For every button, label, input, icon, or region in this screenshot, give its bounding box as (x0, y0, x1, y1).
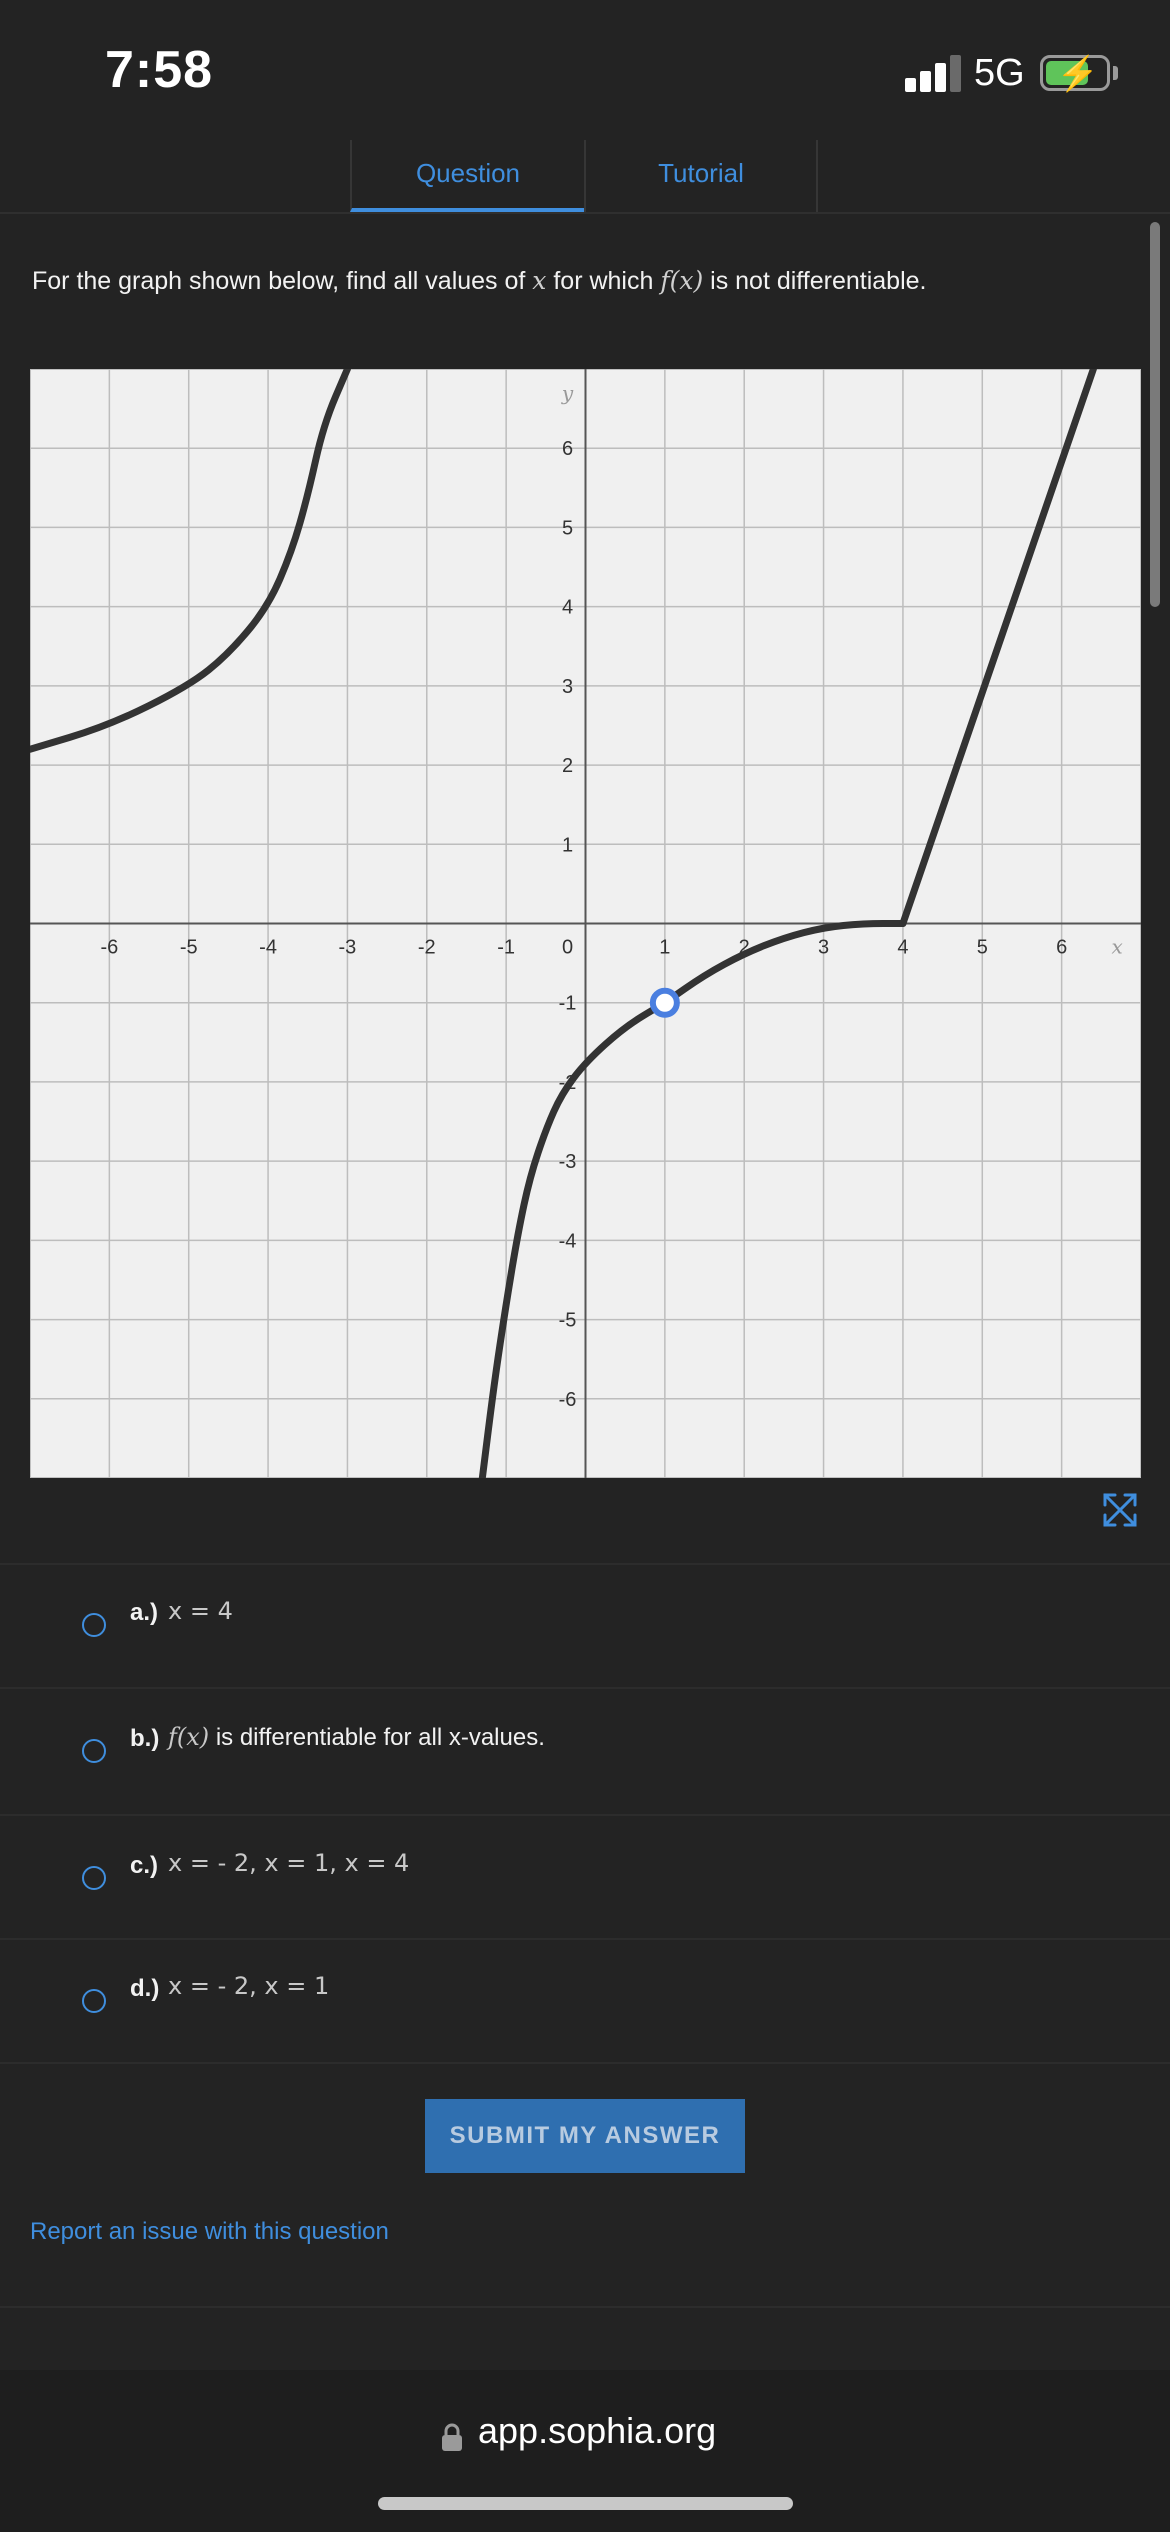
battery-cap (1113, 66, 1118, 80)
y-tick-label: -6 (559, 1389, 577, 1411)
x-tick-label: 1 (659, 937, 670, 959)
lock-icon (442, 2423, 462, 2451)
option-text: x = - 2, x = 1, x = 4 (168, 1849, 409, 1878)
option-text: f(x) is differentiable for all x-values. (168, 1723, 545, 1752)
x-tick-label: -4 (259, 937, 277, 959)
y-tick-label: 5 (562, 517, 573, 539)
option-letter: b.) (130, 1725, 160, 1752)
x-tick-label: -1 (497, 937, 515, 959)
question-prompt: For the graph shown below, find all valu… (32, 266, 927, 296)
function-graph: -6 -5 -4 -3 -2 -1 0 1 2 3 4 5 6 6 5 4 3 2 1 -1 -2 -3 -4 -5 -6 x y (30, 369, 1141, 1478)
option-d[interactable]: d.) x = - 2, x = 1 (0, 1938, 1170, 2062)
option-letter: d.) (130, 1975, 160, 2002)
prompt-text-end: is not differentiable. (703, 267, 927, 295)
open-point-marker (649, 987, 680, 1018)
radio-option-d[interactable] (82, 1989, 106, 2013)
x-tick-label: -3 (339, 937, 357, 959)
y-tick-label: -3 (559, 1151, 577, 1173)
browser-url-bar[interactable]: app.sophia.org (0, 2370, 1170, 2532)
option-letter: a.) (130, 1599, 159, 1626)
option-description: is differentiable for all x-values. (209, 1724, 545, 1751)
radio-option-c[interactable] (82, 1866, 106, 1890)
cellular-signal-icon (905, 54, 961, 92)
radio-option-b[interactable] (82, 1739, 106, 1763)
x-tick-label: 5 (977, 937, 988, 959)
network-type: 5G (974, 52, 1025, 94)
tab-question[interactable]: Question (350, 140, 584, 212)
option-letter: c.) (130, 1852, 159, 1879)
prompt-text-start: For the graph shown below, find all valu… (32, 267, 533, 295)
status-time: 7:58 (105, 41, 214, 99)
status-bar: 7:58 5G ⚡ (0, 0, 1170, 140)
x-tick-label: 3 (818, 937, 829, 959)
y-tick-label: -1 (559, 993, 577, 1015)
expand-icon[interactable] (1100, 1490, 1140, 1530)
home-indicator[interactable] (378, 2497, 793, 2510)
options-divider (0, 2062, 1170, 2064)
option-a[interactable]: a.) x = 4 (0, 1563, 1170, 1687)
report-issue-link[interactable]: Report an issue with this question (30, 2218, 389, 2246)
option-math: x = - 2, x = 1 (168, 1972, 330, 2000)
x-tick-label: -2 (418, 937, 436, 959)
x-tick-label: -6 (100, 937, 118, 959)
y-tick-label: -4 (559, 1230, 577, 1252)
prompt-function: f(x) (660, 266, 704, 295)
x-tick-label: 6 (1056, 937, 1067, 959)
tab-bar: Question Tutorial (0, 140, 1170, 214)
option-math: x = 4 (168, 1597, 233, 1625)
prompt-variable: x (532, 266, 547, 295)
battery-charging-icon: ⚡ (1040, 55, 1110, 93)
y-tick-label: 2 (562, 755, 573, 777)
footer-divider (0, 2306, 1170, 2308)
url-text: app.sophia.org (478, 2410, 717, 2451)
y-tick-label: -5 (559, 1310, 577, 1332)
y-tick-label: 4 (562, 597, 573, 619)
y-tick-label: 3 (562, 676, 573, 698)
x-tick-label: 4 (897, 937, 908, 959)
x-tick-label: 0 (562, 937, 573, 959)
submit-answer-button[interactable]: SUBMIT MY ANSWER (425, 2099, 745, 2173)
x-tick-label: -5 (180, 937, 198, 959)
x-axis-label: x (1112, 935, 1123, 959)
option-c[interactable]: c.) x = - 2, x = 1, x = 4 (0, 1814, 1170, 1938)
y-axis-label: y (561, 381, 574, 405)
option-b[interactable]: b.) f(x) is differentiable for all x-val… (0, 1687, 1170, 1814)
y-tick-label: 6 (562, 438, 573, 460)
graph-canvas: -6 -5 -4 -3 -2 -1 0 1 2 3 4 5 6654321-1-2-3-4-5-6xy (30, 369, 1141, 1478)
option-text: x = - 2, x = 1 (168, 1972, 329, 2001)
option-math: x = - 2, x = 1, x = 4 (168, 1849, 410, 1877)
prompt-text-middle: for which (546, 267, 661, 295)
scrollbar[interactable] (1150, 222, 1160, 607)
y-tick-label: 1 (562, 834, 573, 856)
option-text: x = 4 (168, 1597, 233, 1626)
tab-tutorial[interactable]: Tutorial (584, 140, 818, 212)
option-function: f(x) (168, 1723, 210, 1751)
radio-option-a[interactable] (82, 1613, 106, 1637)
